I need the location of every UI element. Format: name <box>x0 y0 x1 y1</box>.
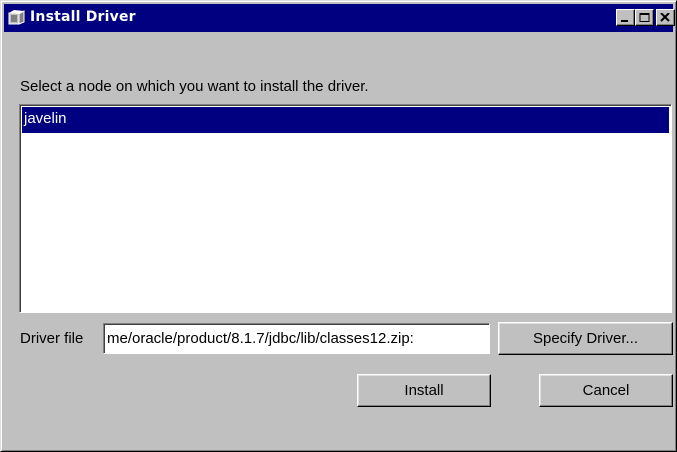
install-driver-dialog: Install Driver Select a node on which yo… <box>0 0 677 452</box>
window-title: Install Driver <box>30 9 136 25</box>
maximize-icon <box>639 13 650 22</box>
install-button[interactable]: Install <box>357 374 491 407</box>
close-icon <box>660 13 670 22</box>
minimize-icon <box>621 20 628 22</box>
cancel-button[interactable]: Cancel <box>539 374 673 407</box>
specify-driver-button[interactable]: Specify Driver... <box>498 322 673 355</box>
minimize-button[interactable] <box>616 9 635 26</box>
driver-package-icon <box>8 10 26 26</box>
instruction-text: Select a node on which you want to insta… <box>20 78 369 95</box>
close-button[interactable] <box>656 9 675 26</box>
driver-file-field[interactable]: me/oracle/product/8.1.7/jdbc/lib/classes… <box>103 323 490 354</box>
list-item[interactable]: javelin <box>22 107 669 133</box>
maximize-button[interactable] <box>635 9 654 26</box>
node-list[interactable]: javelin <box>19 104 672 313</box>
title-bar[interactable]: Install Driver <box>4 4 675 32</box>
driver-file-label: Driver file <box>20 330 84 347</box>
